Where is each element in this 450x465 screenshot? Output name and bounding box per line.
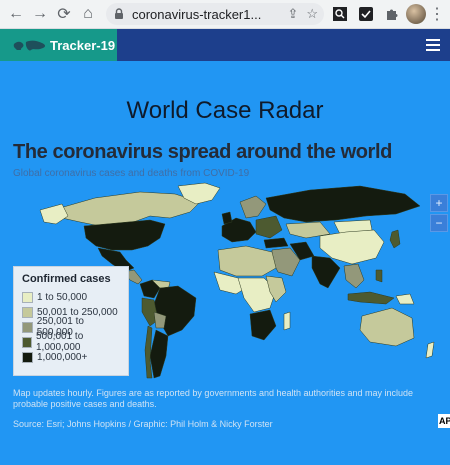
browser-menu-icon[interactable]: ⋮ (428, 4, 446, 24)
uk-region[interactable] (221, 211, 233, 225)
zoom-lens-extension-icon[interactable] (330, 4, 350, 24)
map-headline: The coronavirus spread around the world (13, 141, 392, 163)
map-legend: Confirmed cases 1 to 50,000 50,001 to 25… (13, 266, 129, 376)
map-footnote: Map updates hourly. Figures are as repor… (13, 388, 414, 409)
legend-title: Confirmed cases (22, 273, 111, 285)
share-icon[interactable]: ⇪ (287, 6, 298, 22)
madagascar-region[interactable] (283, 311, 291, 331)
southern-africa-region[interactable] (249, 309, 277, 341)
puzzle-extensions-icon[interactable] (382, 4, 402, 24)
brand-name: Tracker-19 (50, 37, 116, 53)
canada-region[interactable] (59, 191, 201, 227)
forward-icon[interactable]: → (28, 2, 52, 26)
australia-region[interactable] (359, 307, 415, 347)
papua-region[interactable] (395, 293, 415, 305)
app-header: Tracker-19 (0, 29, 450, 61)
legend-swatch (22, 336, 32, 348)
india-region[interactable] (311, 255, 341, 289)
bookmark-star-icon[interactable]: ☆ (306, 6, 318, 22)
globe-logo-icon (13, 40, 46, 51)
legend-label: 1 to 50,000 (37, 291, 88, 303)
legend-swatch (22, 306, 33, 318)
profile-avatar[interactable] (406, 4, 426, 24)
scandinavia-region[interactable] (239, 195, 267, 219)
page-title: World Case Radar (126, 97, 324, 124)
hamburger-menu-icon[interactable] (426, 39, 440, 51)
argentina-region[interactable] (149, 329, 169, 379)
reload-icon[interactable]: ⟳ (52, 2, 76, 26)
zoom-in-button[interactable]: + (430, 194, 448, 212)
indonesia-region[interactable] (347, 291, 395, 305)
map-subheadline: Global coronavirus cases and deaths from… (13, 168, 250, 179)
lock-icon (115, 8, 123, 19)
turkey-region[interactable] (263, 237, 289, 249)
legend-label: 500,001 to 1,000,000 (36, 331, 84, 353)
checkmark-extension-icon[interactable] (356, 4, 376, 24)
address-bar[interactable]: coronavirus-tracker1... ⇪ ☆ (106, 3, 324, 25)
brazil-region[interactable] (153, 285, 197, 337)
back-icon[interactable]: ← (4, 2, 28, 26)
ap-logo-badge: AP (438, 414, 450, 428)
legend-label: 1,000,000+ (37, 351, 88, 363)
legend-swatch (22, 321, 33, 333)
new-zealand-region[interactable] (425, 341, 435, 359)
zoom-out-button[interactable]: − (430, 214, 448, 232)
legend-swatch (22, 291, 33, 303)
url-text: coronavirus-tracker1... (132, 6, 262, 22)
russia-region[interactable] (265, 185, 421, 223)
map-source-credit: Source: Esri; Johns Hopkins / Graphic: P… (13, 419, 273, 429)
legend-swatch (22, 351, 33, 363)
brand-link[interactable]: Tracker-19 (0, 29, 117, 61)
eastern-europe-region[interactable] (255, 215, 283, 239)
browser-toolbar: ← → ⟳ ⌂ coronavirus-tracker1... ⇪ ☆ ⋮ (0, 0, 450, 29)
legend-item: 500,001 to 1,000,000 (22, 331, 120, 353)
philippines-region[interactable] (375, 269, 383, 283)
legend-item: 1 to 50,000 (22, 290, 120, 304)
japan-region[interactable] (389, 229, 401, 249)
north-africa-region[interactable] (217, 245, 277, 277)
southeast-asia-region[interactable] (343, 263, 365, 289)
home-icon[interactable]: ⌂ (76, 2, 100, 26)
